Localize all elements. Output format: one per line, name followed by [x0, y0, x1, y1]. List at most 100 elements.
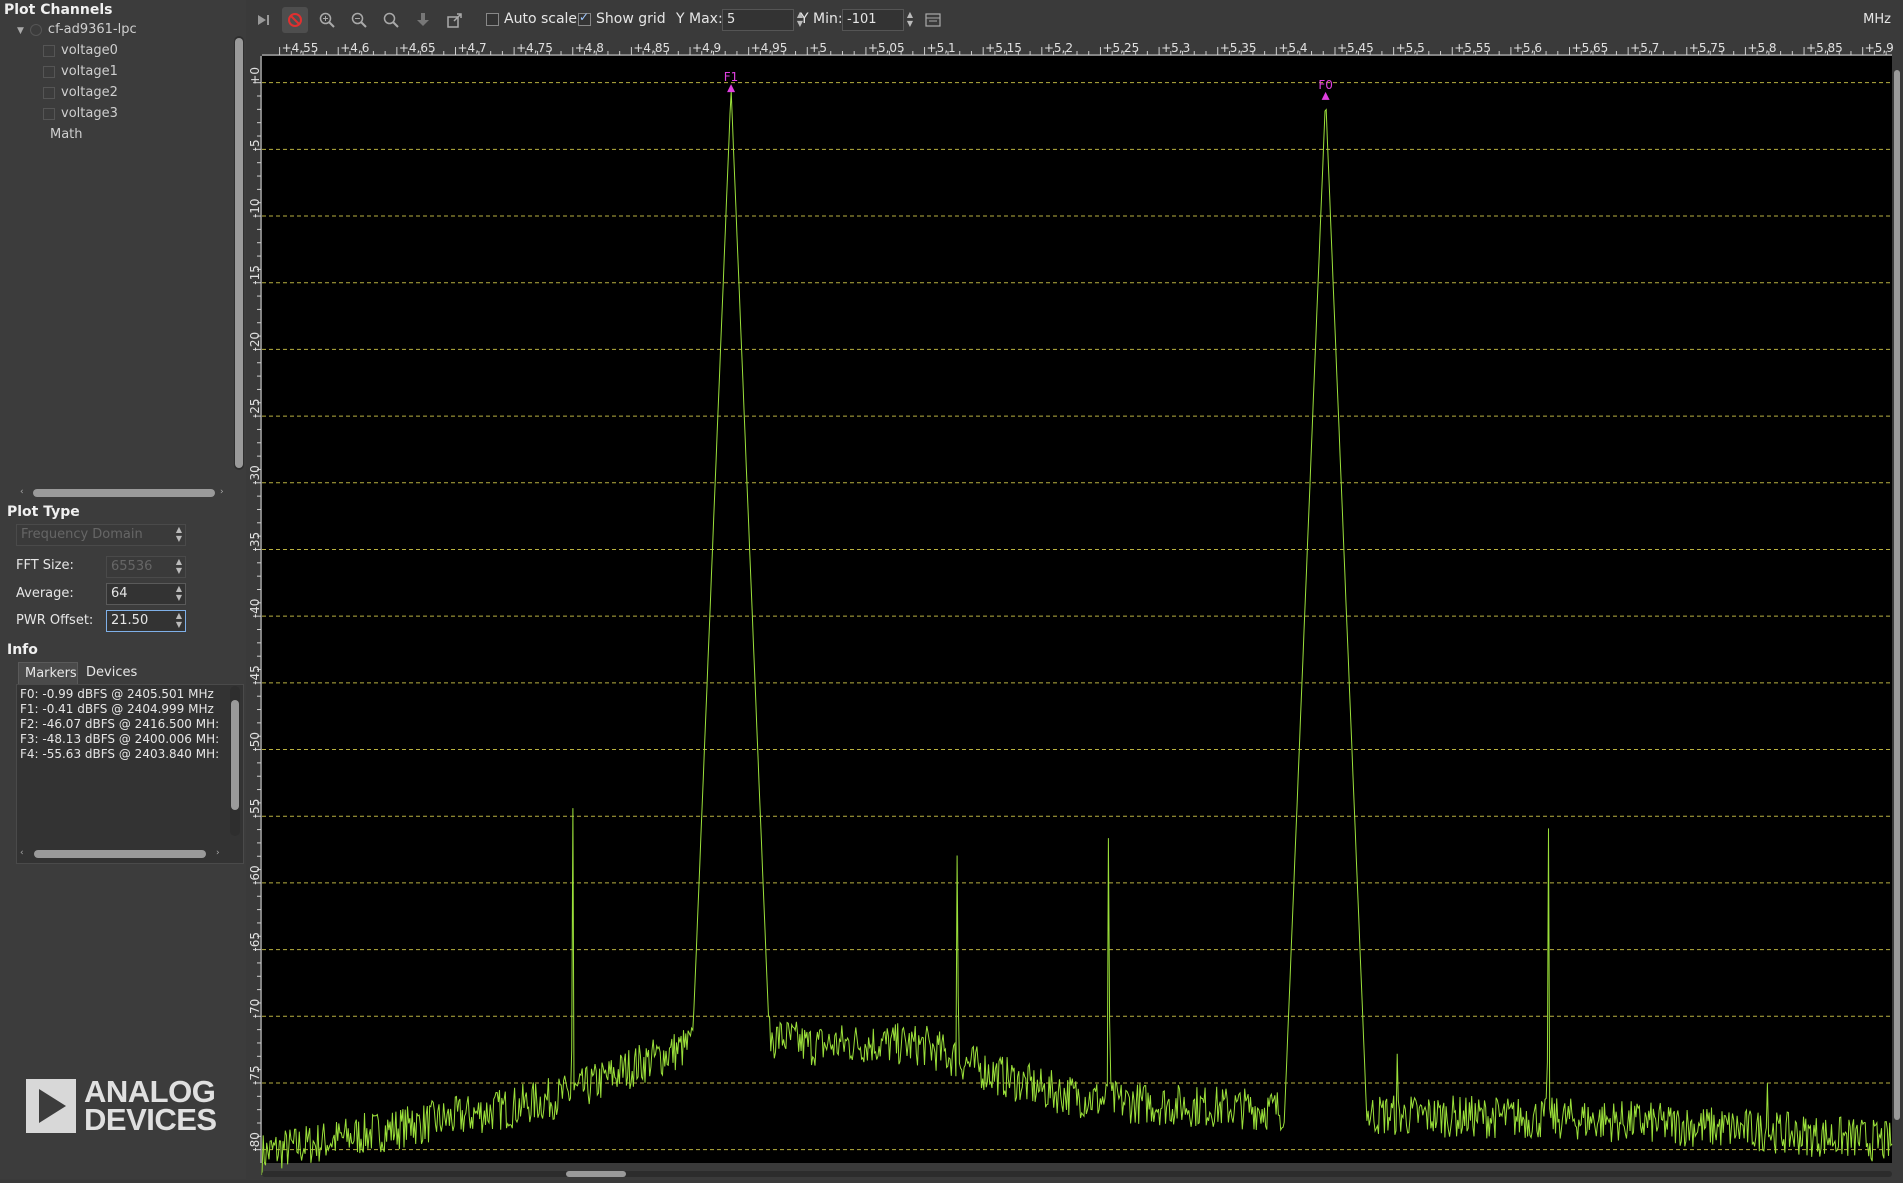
x-tick-label: +5,7	[1630, 41, 1659, 55]
fft-size-spinbox[interactable]: 65536 ▲ ▼	[106, 556, 186, 578]
spin-arrows-icon: ▲ ▼	[175, 525, 183, 543]
expand-arrow-icon[interactable]: ▼	[17, 26, 24, 36]
spin-arrows-icon[interactable]: ▲ ▼	[905, 10, 915, 28]
channel-checkbox[interactable]	[43, 44, 55, 57]
pwr-offset-label: PWR Offset:	[16, 613, 94, 628]
ymin-value: -101	[847, 12, 877, 27]
scroll-thumb[interactable]	[231, 700, 239, 810]
x-tick-label: +5,85	[1806, 41, 1843, 55]
x-tick-label: +5,1	[927, 41, 956, 55]
channel-voltage2[interactable]: voltage2	[43, 85, 118, 100]
step-forward-icon[interactable]	[250, 7, 276, 33]
ymin-input[interactable]: -101 ▲ ▼	[842, 9, 913, 31]
channel-tree-hscrollbar[interactable]	[33, 489, 215, 497]
spin-arrows-icon: ▲ ▼	[175, 557, 183, 575]
spectrum-plot[interactable]: +4,55 +4,6 +4,65 +4,7 +4,75 +4,8 +4,85 +4,9 +4,9…	[246, 40, 1903, 1179]
math-item[interactable]: Math	[50, 127, 83, 142]
markers-hscrollbar[interactable]	[34, 850, 206, 858]
show-grid-label: Show grid	[596, 11, 666, 27]
scroll-right-icon[interactable]: ›	[216, 848, 220, 858]
device-checkbox[interactable]	[29, 23, 42, 36]
marker-f3-readout: F3: -48.13 dBFS @ 2400.006 MH:	[20, 732, 220, 746]
logo-mark-icon	[26, 1079, 76, 1133]
scroll-right-icon[interactable]: ›	[220, 487, 224, 497]
channel-voltage3[interactable]: voltage3	[43, 106, 118, 121]
auto-scale-checkbox[interactable]	[486, 12, 499, 26]
channel-checkbox[interactable]	[43, 86, 55, 99]
info-title: Info	[7, 642, 38, 658]
y-tick-label: -5	[248, 139, 262, 151]
logo-text: ANALOG DEVICES	[84, 1076, 217, 1137]
plot-type-value: Frequency Domain	[21, 527, 143, 542]
y-tick-label: -60	[248, 865, 262, 885]
show-grid-toggle[interactable]: Show grid	[578, 10, 666, 27]
marker-label: F0	[1318, 78, 1333, 92]
channel-tree: ▼ cf-ad9361-lpc voltage0 voltage1 voltage…	[15, 20, 235, 490]
settings-panel-icon[interactable]	[920, 7, 946, 33]
channel-tree-vscrollbar[interactable]	[234, 36, 244, 470]
channel-checkbox[interactable]	[43, 107, 55, 120]
marker-f2-readout: F2: -46.07 dBFS @ 2416.500 MH:	[20, 717, 220, 731]
markers-vscrollbar[interactable]	[230, 686, 240, 836]
device-row[interactable]: ▼ cf-ad9361-lpc	[17, 22, 137, 37]
device-label: cf-ad9361-lpc	[47, 22, 137, 37]
stop-icon[interactable]	[282, 7, 308, 33]
zoom-in-icon[interactable]	[314, 7, 340, 33]
scroll-thumb[interactable]	[34, 850, 206, 858]
left-panel: Plot Channels ▼ cf-ad9361-lpc voltage0 vo…	[0, 0, 246, 1179]
export-icon[interactable]	[442, 7, 468, 33]
zoom-out-icon[interactable]	[346, 7, 372, 33]
x-tick-label: +4,55	[282, 41, 319, 55]
scroll-thumb[interactable]	[33, 489, 215, 497]
channel-voltage0[interactable]: voltage0	[43, 43, 118, 58]
channel-checkbox[interactable]	[43, 65, 55, 78]
plot-type-title: Plot Type	[7, 504, 80, 520]
x-tick-label: +5,05	[868, 41, 905, 55]
x-tick-label: +5,8	[1747, 41, 1776, 55]
x-tick-label: +4,6	[340, 41, 369, 55]
auto-scale-toggle[interactable]: Auto scale	[486, 11, 577, 27]
plot-hscroll-thumb	[566, 1171, 626, 1177]
ymax-input[interactable]: 5 ▲ ▼	[722, 9, 803, 31]
scroll-thumb[interactable]	[235, 38, 243, 468]
x-tick-label: +5,75	[1689, 41, 1726, 55]
spin-arrows-icon[interactable]: ▲ ▼	[174, 584, 184, 602]
x-tick-label: +5,2	[1044, 41, 1073, 55]
y-tick-label: -65	[248, 932, 262, 952]
tab-devices[interactable]: Devices	[80, 662, 146, 684]
tab-markers[interactable]: Markers	[18, 662, 78, 684]
marker-f1-readout: F1: -0.41 dBFS @ 2404.999 MHz	[20, 702, 214, 716]
x-tick-label: +5,3	[1161, 41, 1190, 55]
plot-canvas	[262, 56, 1892, 1163]
channel-label: voltage1	[61, 64, 118, 79]
scroll-left-icon[interactable]: ‹	[20, 848, 24, 858]
channel-voltage1[interactable]: voltage1	[43, 64, 118, 79]
plot-type-select[interactable]: Frequency Domain ▲ ▼	[16, 524, 186, 546]
y-tick-label: -25	[248, 398, 262, 418]
auto-scale-label: Auto scale	[504, 11, 578, 27]
x-tick-label: +5,9	[1865, 41, 1894, 55]
y-tick-label: +0	[248, 67, 262, 85]
x-tick-label: +5,35	[1220, 41, 1257, 55]
fft-size-label: FFT Size:	[16, 558, 74, 573]
y-tick-label: -45	[248, 665, 262, 685]
math-label: Math	[50, 127, 83, 142]
x-tick-label: +5,25	[1102, 41, 1139, 55]
plot-channels-title: Plot Channels	[4, 2, 113, 18]
logo-line2: DEVICES	[84, 1102, 217, 1137]
ymax-value: 5	[727, 12, 736, 27]
x-tick-label: +4,95	[751, 41, 788, 55]
scroll-left-icon[interactable]: ‹	[20, 487, 24, 497]
spin-arrows-icon[interactable]: ▲ ▼	[174, 611, 184, 629]
average-spinbox[interactable]: 64 ▲ ▼	[106, 583, 186, 605]
y-tick-label: -30	[248, 465, 262, 485]
spectrum-plot-area[interactable]: +4,55 +4,6 +4,65 +4,7 +4,75 +4,8 +4,85 +4,9 +4,9…	[246, 40, 1903, 1179]
average-value: 64	[111, 586, 128, 601]
show-grid-checkbox[interactable]	[578, 10, 591, 26]
zoom-fit-icon[interactable]	[378, 7, 404, 33]
download-icon[interactable]	[410, 7, 436, 33]
pwr-offset-spinbox[interactable]: 21.50 ▲ ▼	[106, 610, 186, 632]
x-tick-label: +5,5	[1396, 41, 1425, 55]
fft-size-value: 65536	[111, 559, 153, 574]
y-tick-label: -35	[248, 532, 262, 552]
